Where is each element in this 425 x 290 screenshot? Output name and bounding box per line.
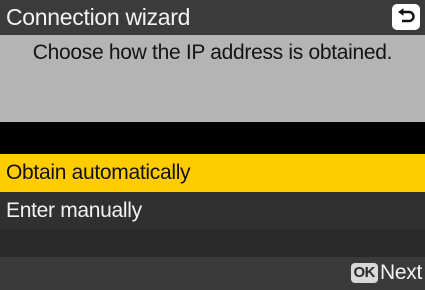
next-button[interactable]: OK Next	[350, 261, 422, 285]
prompt-panel: Choose how the IP address is obtained.	[0, 35, 425, 122]
ok-button-icon: OK	[350, 263, 379, 283]
next-label: Next	[380, 261, 422, 284]
page-title: Connection wizard	[6, 4, 191, 30]
option-enter-manually[interactable]: Enter manually	[0, 192, 425, 229]
title-bar: Connection wizard	[0, 0, 425, 35]
option-list: Obtain automatically Enter manually	[0, 154, 425, 257]
back-button[interactable]	[392, 4, 420, 30]
prompt-text: Choose how the IP address is obtained.	[32, 41, 393, 64]
empty-option-row	[0, 229, 425, 257]
footer-bar: OK Next	[0, 257, 425, 290]
spacer	[0, 122, 425, 154]
option-obtain-automatically[interactable]: Obtain automatically	[0, 154, 425, 192]
camera-menu-screen: Connection wizard Choose how the IP addr…	[0, 0, 425, 290]
return-arrow-icon	[398, 8, 415, 23]
option-label: Obtain automatically	[6, 161, 191, 184]
option-label: Enter manually	[6, 198, 142, 222]
